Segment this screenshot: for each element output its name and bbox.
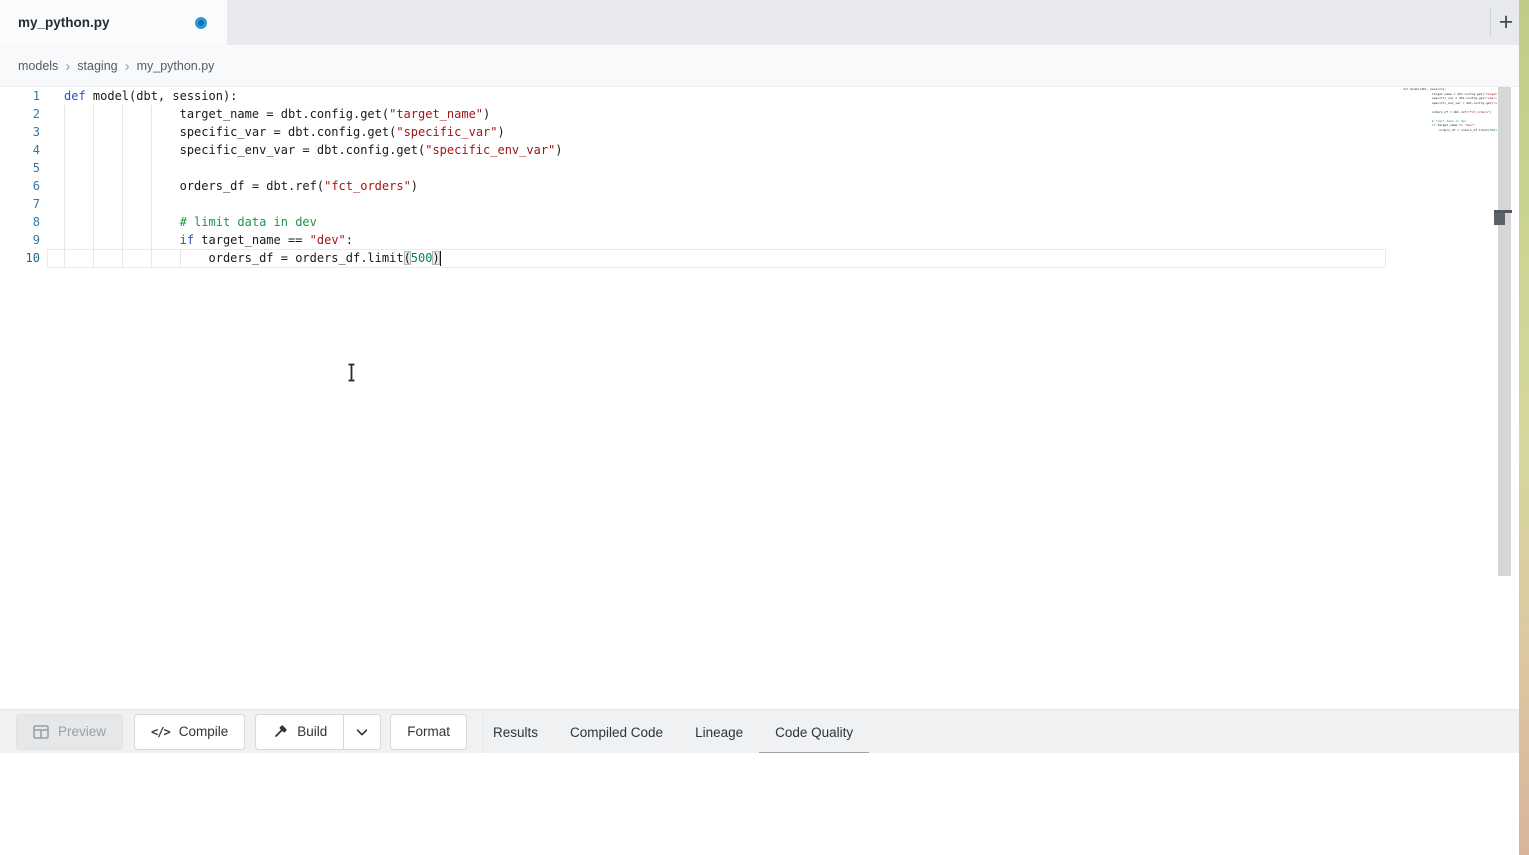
mouse-ibeam-cursor	[345, 363, 358, 387]
result-panel-tabs: ResultsCompiled CodeLineageCode Quality	[477, 710, 869, 754]
editor-toolbar: Preview </> Compile Build	[0, 709, 1529, 753]
breadcrumb-item[interactable]: my_python.py	[137, 59, 215, 73]
tabbar-separator	[1490, 8, 1491, 37]
code-editor[interactable]: 12345678910 def model(dbt, session): tar…	[0, 87, 1529, 708]
preview-button[interactable]: Preview	[16, 714, 123, 750]
hammer-icon	[272, 724, 288, 740]
breadcrumb-item[interactable]: models	[18, 59, 58, 73]
breadcrumb-separator-icon: ›	[118, 59, 137, 74]
unsaved-changes-dot	[195, 17, 207, 29]
line-number[interactable]: 2	[0, 105, 40, 123]
line-number[interactable]: 5	[0, 159, 40, 177]
tab-title: my_python.py	[18, 15, 110, 30]
panel-tab-code-quality[interactable]: Code Quality	[759, 710, 869, 754]
tab-my-python[interactable]: my_python.py	[0, 0, 227, 45]
line-number[interactable]: 10	[0, 249, 40, 267]
breadcrumb-separator-icon: ›	[58, 59, 77, 74]
line-number-gutter[interactable]: 12345678910	[0, 87, 40, 267]
line-number[interactable]: 6	[0, 177, 40, 195]
code-brackets-icon: </>	[151, 725, 170, 739]
code-content[interactable]: def model(dbt, session): target_name = d…	[64, 87, 563, 267]
code-line[interactable]: orders_df = orders_df.limit(500)	[64, 249, 563, 267]
minimap-line: specific_env_var = dbt.config.get("speci…	[1403, 101, 1497, 106]
table-grid-icon	[33, 725, 49, 739]
code-line[interactable]: target_name = dbt.config.get("target_nam…	[64, 105, 563, 123]
compile-button-label: Compile	[179, 724, 229, 739]
minimap[interactable]: def model(dbt, session): target_name = d…	[1403, 87, 1497, 227]
line-number[interactable]: 3	[0, 123, 40, 141]
preview-button-label: Preview	[58, 724, 106, 739]
text-caret	[440, 251, 442, 267]
code-line[interactable]: specific_var = dbt.config.get("specific_…	[64, 123, 563, 141]
new-tab-button[interactable]: +	[1493, 6, 1519, 38]
overview-ruler-cursor-mark	[1494, 213, 1505, 225]
format-button-label: Format	[407, 724, 450, 739]
build-options-dropdown-button[interactable]	[343, 715, 380, 749]
minimap-line: orders_df = dbt.ref("fct_orders")	[1403, 110, 1497, 115]
panel-tab-results[interactable]: Results	[477, 710, 554, 754]
chevron-down-icon	[354, 724, 370, 740]
breadcrumb: models›staging›my_python.py	[18, 45, 214, 87]
breadcrumb-item[interactable]: staging	[77, 59, 117, 73]
build-button-label: Build	[297, 724, 327, 739]
editor-tab-bar: my_python.py +	[0, 0, 1529, 45]
result-panel-body	[0, 753, 1529, 855]
build-button-group: Build	[255, 714, 381, 750]
code-line[interactable]	[64, 195, 563, 213]
code-line[interactable]: # limit data in dev	[64, 213, 563, 231]
line-number[interactable]: 9	[0, 231, 40, 249]
panel-tab-compiled-code[interactable]: Compiled Code	[554, 710, 679, 754]
vertical-scrollbar[interactable]	[1498, 87, 1511, 576]
line-number[interactable]: 8	[0, 213, 40, 231]
build-button[interactable]: Build	[256, 715, 343, 749]
dbt-cloud-ide-window: my_python.py + models›staging›my_python.…	[0, 0, 1529, 855]
format-button[interactable]: Format	[390, 714, 467, 750]
line-number[interactable]: 1	[0, 87, 40, 105]
code-line[interactable]: if target_name == "dev":	[64, 231, 563, 249]
compile-button[interactable]: </> Compile	[134, 714, 245, 750]
code-line[interactable]: specific_env_var = dbt.config.get("speci…	[64, 141, 563, 159]
code-line[interactable]: orders_df = dbt.ref("fct_orders")	[64, 177, 563, 195]
breadcrumb-bar: models›staging›my_python.py Save	[0, 45, 1529, 87]
line-number[interactable]: 7	[0, 195, 40, 213]
panel-tab-lineage[interactable]: Lineage	[679, 710, 759, 754]
minimap-line: orders_df = orders_df.limit(500)	[1403, 128, 1497, 133]
code-line[interactable]: def model(dbt, session):	[64, 87, 563, 105]
code-line[interactable]	[64, 159, 563, 177]
desktop-edge-strip	[1519, 0, 1529, 855]
line-number[interactable]: 4	[0, 141, 40, 159]
